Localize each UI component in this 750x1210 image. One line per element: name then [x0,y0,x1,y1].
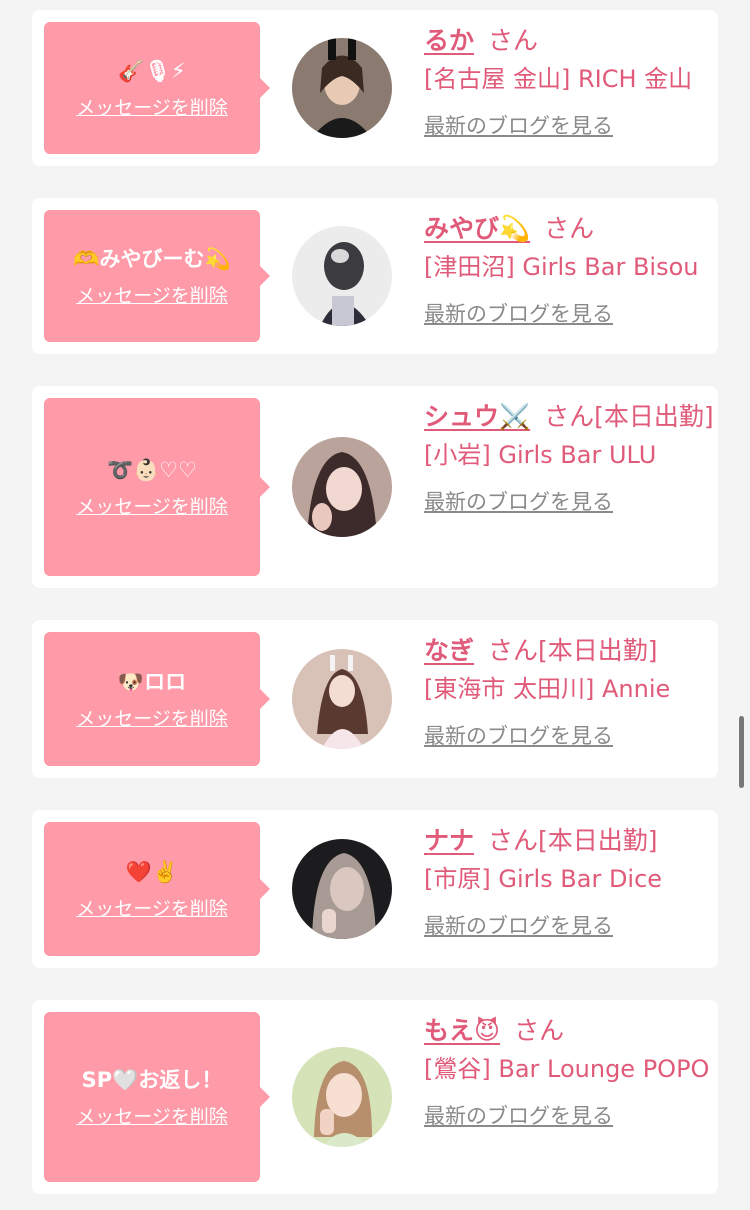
cast-name-link[interactable]: ナナ [424,826,474,855]
avatar[interactable] [292,437,392,537]
message-bubble: 🎸🎙⚡ メッセージを削除 [44,22,270,154]
favorite-card: 🎸🎙⚡ メッセージを削除 るか さん [名古屋 金山] RICH 金山 最新のブロ… [32,10,718,166]
honorific: さん [488,826,539,855]
message-bubble: ❤️✌️ メッセージを削除 [44,822,270,956]
message-bubble: 🫶みやびーむ💫 メッセージを削除 [44,210,270,342]
cast-name-link[interactable]: みやび💫 [424,214,530,243]
shop-name: [小岩] Girls Bar ULU [424,441,657,469]
delete-message-link[interactable]: メッセージを削除 [76,704,228,731]
avatar[interactable] [292,1047,392,1147]
message-text: 🐶ロロ [117,669,187,694]
message-text: SP🤍お返し！ [81,1067,223,1092]
favorite-card: SP🤍お返し！ メッセージを削除 もえ😈 さん [鶯谷] Bar Lounge P… [32,1000,718,1194]
favorite-card: 🫶みやびーむ💫 メッセージを削除 みやび💫 さん [津田沼] Girls Bar … [32,198,718,354]
cast-info: るか さん [名古屋 金山] RICH 金山 最新のブログを見る [424,22,714,140]
honorific: さん [514,1016,565,1045]
avatar[interactable] [292,226,392,326]
shop-name: [市原] Girls Bar Dice [424,865,663,893]
message-bubble: ➰👶🏻♡♡ メッセージを削除 [44,398,270,576]
favorite-card: ❤️✌️ メッセージを削除 ナナ さん[本日出勤] [市原] Girls Bar … [32,810,718,968]
cast-name-link[interactable]: もえ😈 [424,1016,500,1045]
delete-message-link[interactable]: メッセージを削除 [76,894,228,921]
latest-blog-link[interactable]: 最新のブログを見る [424,486,613,516]
shop-name: [鶯谷] Bar Lounge POPO [424,1055,710,1083]
delete-message-link[interactable]: メッセージを削除 [76,281,228,308]
latest-blog-link[interactable]: 最新のブログを見る [424,1100,613,1130]
delete-message-link[interactable]: メッセージを削除 [76,492,228,519]
latest-blog-link[interactable]: 最新のブログを見る [424,720,613,750]
message-text: ➰👶🏻♡♡ [107,457,197,482]
shop-name: [津田沼] Girls Bar Bisou [424,253,699,281]
honorific: さん [488,636,539,665]
cast-info: ナナ さん[本日出勤] [市原] Girls Bar Dice 最新のブログを見る [424,822,714,940]
status-text: [本日出勤] [538,636,658,665]
cast-info: もえ😈 さん [鶯谷] Bar Lounge POPO 最新のブログを見る [424,1012,714,1130]
cast-info: シュウ⚔️ さん[本日出勤] [小岩] Girls Bar ULU 最新のブログを… [424,398,714,516]
message-text: 🎸🎙⚡ [118,58,186,83]
honorific: さん [544,214,595,243]
favorite-card: ➰👶🏻♡♡ メッセージを削除 シュウ⚔️ さん[本日出勤] [小岩] Girls … [32,386,718,588]
latest-blog-link[interactable]: 最新のブログを見る [424,910,613,940]
cast-info: みやび💫 さん [津田沼] Girls Bar Bisou 最新のブログを見る [424,210,714,328]
latest-blog-link[interactable]: 最新のブログを見る [424,298,613,328]
message-text: 🫶みやびーむ💫 [73,246,231,271]
avatar[interactable] [292,649,392,749]
shop-name: [名古屋 金山] RICH 金山 [424,65,693,93]
favorite-card: 🐶ロロ メッセージを削除 なぎ さん[本日出勤] [東海市 太田川] Annie … [32,620,718,778]
message-bubble: 🐶ロロ メッセージを削除 [44,632,270,766]
message-text: ❤️✌️ [125,859,179,884]
cast-name-link[interactable]: るか [424,26,474,55]
cast-name-link[interactable]: シュウ⚔️ [424,402,530,431]
honorific: さん [488,26,539,55]
message-bubble: SP🤍お返し！ メッセージを削除 [44,1012,270,1182]
avatar[interactable] [292,839,392,939]
honorific: さん [544,402,595,431]
latest-blog-link[interactable]: 最新のブログを見る [424,110,613,140]
shop-name: [東海市 太田川] Annie [424,675,671,703]
status-text: [本日出勤] [538,826,658,855]
cast-info: なぎ さん[本日出勤] [東海市 太田川] Annie 最新のブログを見る [424,632,714,750]
scrollbar[interactable] [739,716,744,788]
status-text: [本日出勤] [594,402,714,431]
cast-name-link[interactable]: なぎ [424,636,474,665]
delete-message-link[interactable]: メッセージを削除 [76,93,228,120]
delete-message-link[interactable]: メッセージを削除 [76,1102,228,1129]
avatar[interactable] [292,38,392,138]
